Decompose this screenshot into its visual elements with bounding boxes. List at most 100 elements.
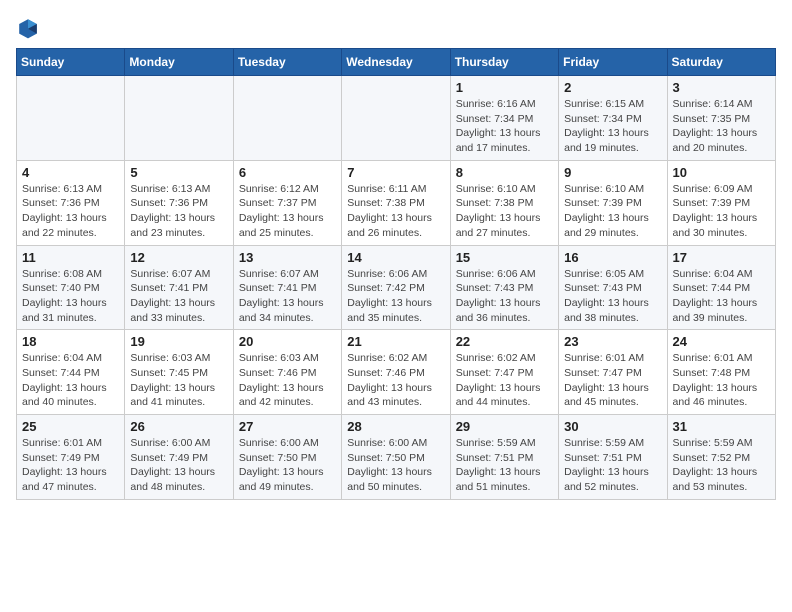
- calendar-cell: 16Sunrise: 6:05 AM Sunset: 7:43 PM Dayli…: [559, 245, 667, 330]
- day-info: Sunrise: 6:06 AM Sunset: 7:43 PM Dayligh…: [456, 267, 553, 326]
- day-number: 6: [239, 165, 336, 180]
- day-number: 10: [673, 165, 770, 180]
- calendar-cell: 11Sunrise: 6:08 AM Sunset: 7:40 PM Dayli…: [17, 245, 125, 330]
- calendar-table: SundayMondayTuesdayWednesdayThursdayFrid…: [16, 48, 776, 500]
- day-info: Sunrise: 6:03 AM Sunset: 7:45 PM Dayligh…: [130, 351, 227, 410]
- day-info: Sunrise: 6:13 AM Sunset: 7:36 PM Dayligh…: [130, 182, 227, 241]
- calendar-cell: 29 Sunrise: 5:59 AM Sunset: 7:51 PM Dayli…: [450, 415, 558, 500]
- calendar-cell: 21 Sunrise: 6:02 AM Sunset: 7:46 PM Dayli…: [342, 330, 450, 415]
- day-info: Sunrise: 6:04 AM Sunset: 7:44 PM Dayligh…: [673, 267, 770, 326]
- day-info: Sunrise: 6:13 AM Sunset: 7:36 PM Dayligh…: [22, 182, 119, 241]
- calendar-cell: 4 Sunrise: 6:13 AM Sunset: 7:36 PM Daylig…: [17, 160, 125, 245]
- logo-icon: [16, 16, 40, 40]
- day-number: 16: [564, 250, 661, 265]
- day-info: Sunrise: 6:15 AM Sunset: 7:34 PM Dayligh…: [564, 97, 661, 156]
- day-info: Sunrise: 6:01 AM Sunset: 7:48 PM Dayligh…: [673, 351, 770, 410]
- day-info: Sunrise: 5:59 AM Sunset: 7:51 PM Dayligh…: [564, 436, 661, 495]
- day-number: 26: [130, 419, 227, 434]
- day-number: 27: [239, 419, 336, 434]
- calendar-week-row: 1 Sunrise: 6:16 AM Sunset: 7:34 PM Daylig…: [17, 76, 776, 161]
- page-header: [16, 16, 776, 40]
- day-info: Sunrise: 6:11 AM Sunset: 7:38 PM Dayligh…: [347, 182, 444, 241]
- day-number: 21: [347, 334, 444, 349]
- day-info: Sunrise: 6:07 AM Sunset: 7:41 PM Dayligh…: [239, 267, 336, 326]
- day-number: 1: [456, 80, 553, 95]
- calendar-cell: 30 Sunrise: 5:59 AM Sunset: 7:51 PM Dayli…: [559, 415, 667, 500]
- day-number: 11: [22, 250, 119, 265]
- day-number: 7: [347, 165, 444, 180]
- calendar-cell: 15 Sunrise: 6:06 AM Sunset: 7:43 PM Dayli…: [450, 245, 558, 330]
- day-number: 4: [22, 165, 119, 180]
- day-number: 23: [564, 334, 661, 349]
- header-day-tuesday: Tuesday: [233, 49, 341, 76]
- day-info: Sunrise: 6:10 AM Sunset: 7:38 PM Dayligh…: [456, 182, 553, 241]
- calendar-cell: 5 Sunrise: 6:13 AM Sunset: 7:36 PM Daylig…: [125, 160, 233, 245]
- day-number: 13: [239, 250, 336, 265]
- calendar-cell: 1 Sunrise: 6:16 AM Sunset: 7:34 PM Daylig…: [450, 76, 558, 161]
- day-number: 14: [347, 250, 444, 265]
- calendar-cell: 3Sunrise: 6:14 AM Sunset: 7:35 PM Daylig…: [667, 76, 775, 161]
- calendar-cell: 28 Sunrise: 6:00 AM Sunset: 7:50 PM Dayli…: [342, 415, 450, 500]
- day-number: 28: [347, 419, 444, 434]
- day-number: 25: [22, 419, 119, 434]
- calendar-cell: 19 Sunrise: 6:03 AM Sunset: 7:45 PM Dayli…: [125, 330, 233, 415]
- calendar-cell: 13 Sunrise: 6:07 AM Sunset: 7:41 PM Dayli…: [233, 245, 341, 330]
- calendar-week-row: 18 Sunrise: 6:04 AM Sunset: 7:44 PM Dayli…: [17, 330, 776, 415]
- day-number: 2: [564, 80, 661, 95]
- header-day-saturday: Saturday: [667, 49, 775, 76]
- calendar-cell: 12 Sunrise: 6:07 AM Sunset: 7:41 PM Dayli…: [125, 245, 233, 330]
- day-info: Sunrise: 6:16 AM Sunset: 7:34 PM Dayligh…: [456, 97, 553, 156]
- day-info: Sunrise: 6:09 AM Sunset: 7:39 PM Dayligh…: [673, 182, 770, 241]
- day-info: Sunrise: 6:00 AM Sunset: 7:49 PM Dayligh…: [130, 436, 227, 495]
- day-number: 5: [130, 165, 227, 180]
- calendar-cell: 23 Sunrise: 6:01 AM Sunset: 7:47 PM Dayli…: [559, 330, 667, 415]
- calendar-week-row: 11Sunrise: 6:08 AM Sunset: 7:40 PM Dayli…: [17, 245, 776, 330]
- day-info: Sunrise: 6:01 AM Sunset: 7:49 PM Dayligh…: [22, 436, 119, 495]
- day-info: Sunrise: 5:59 AM Sunset: 7:52 PM Dayligh…: [673, 436, 770, 495]
- day-info: Sunrise: 6:02 AM Sunset: 7:46 PM Dayligh…: [347, 351, 444, 410]
- calendar-cell: 2 Sunrise: 6:15 AM Sunset: 7:34 PM Daylig…: [559, 76, 667, 161]
- calendar-cell: 9 Sunrise: 6:10 AM Sunset: 7:39 PM Daylig…: [559, 160, 667, 245]
- calendar-week-row: 4 Sunrise: 6:13 AM Sunset: 7:36 PM Daylig…: [17, 160, 776, 245]
- day-number: 18: [22, 334, 119, 349]
- day-number: 17: [673, 250, 770, 265]
- calendar-cell: 22Sunrise: 6:02 AM Sunset: 7:47 PM Dayli…: [450, 330, 558, 415]
- calendar-week-row: 25 Sunrise: 6:01 AM Sunset: 7:49 PM Dayli…: [17, 415, 776, 500]
- calendar-cell: 18 Sunrise: 6:04 AM Sunset: 7:44 PM Dayli…: [17, 330, 125, 415]
- day-info: Sunrise: 6:00 AM Sunset: 7:50 PM Dayligh…: [239, 436, 336, 495]
- calendar-header-row: SundayMondayTuesdayWednesdayThursdayFrid…: [17, 49, 776, 76]
- day-info: Sunrise: 6:10 AM Sunset: 7:39 PM Dayligh…: [564, 182, 661, 241]
- day-info: Sunrise: 6:02 AM Sunset: 7:47 PM Dayligh…: [456, 351, 553, 410]
- header-day-friday: Friday: [559, 49, 667, 76]
- day-info: Sunrise: 6:07 AM Sunset: 7:41 PM Dayligh…: [130, 267, 227, 326]
- calendar-cell: [125, 76, 233, 161]
- logo: [16, 16, 44, 40]
- day-number: 12: [130, 250, 227, 265]
- header-day-sunday: Sunday: [17, 49, 125, 76]
- calendar-cell: 26 Sunrise: 6:00 AM Sunset: 7:49 PM Dayli…: [125, 415, 233, 500]
- calendar-cell: 7 Sunrise: 6:11 AM Sunset: 7:38 PM Daylig…: [342, 160, 450, 245]
- header-day-wednesday: Wednesday: [342, 49, 450, 76]
- calendar-cell: 24Sunrise: 6:01 AM Sunset: 7:48 PM Dayli…: [667, 330, 775, 415]
- calendar-cell: 14Sunrise: 6:06 AM Sunset: 7:42 PM Dayli…: [342, 245, 450, 330]
- calendar-cell: 27 Sunrise: 6:00 AM Sunset: 7:50 PM Dayli…: [233, 415, 341, 500]
- day-info: Sunrise: 5:59 AM Sunset: 7:51 PM Dayligh…: [456, 436, 553, 495]
- day-number: 15: [456, 250, 553, 265]
- calendar-cell: [342, 76, 450, 161]
- day-number: 19: [130, 334, 227, 349]
- calendar-cell: 6 Sunrise: 6:12 AM Sunset: 7:37 PM Daylig…: [233, 160, 341, 245]
- day-number: 30: [564, 419, 661, 434]
- calendar-cell: [17, 76, 125, 161]
- day-number: 3: [673, 80, 770, 95]
- day-number: 9: [564, 165, 661, 180]
- calendar-cell: [233, 76, 341, 161]
- day-info: Sunrise: 6:01 AM Sunset: 7:47 PM Dayligh…: [564, 351, 661, 410]
- day-info: Sunrise: 6:00 AM Sunset: 7:50 PM Dayligh…: [347, 436, 444, 495]
- day-number: 20: [239, 334, 336, 349]
- day-info: Sunrise: 6:12 AM Sunset: 7:37 PM Dayligh…: [239, 182, 336, 241]
- day-info: Sunrise: 6:04 AM Sunset: 7:44 PM Dayligh…: [22, 351, 119, 410]
- day-number: 8: [456, 165, 553, 180]
- calendar-cell: 25 Sunrise: 6:01 AM Sunset: 7:49 PM Dayli…: [17, 415, 125, 500]
- day-number: 31: [673, 419, 770, 434]
- day-number: 29: [456, 419, 553, 434]
